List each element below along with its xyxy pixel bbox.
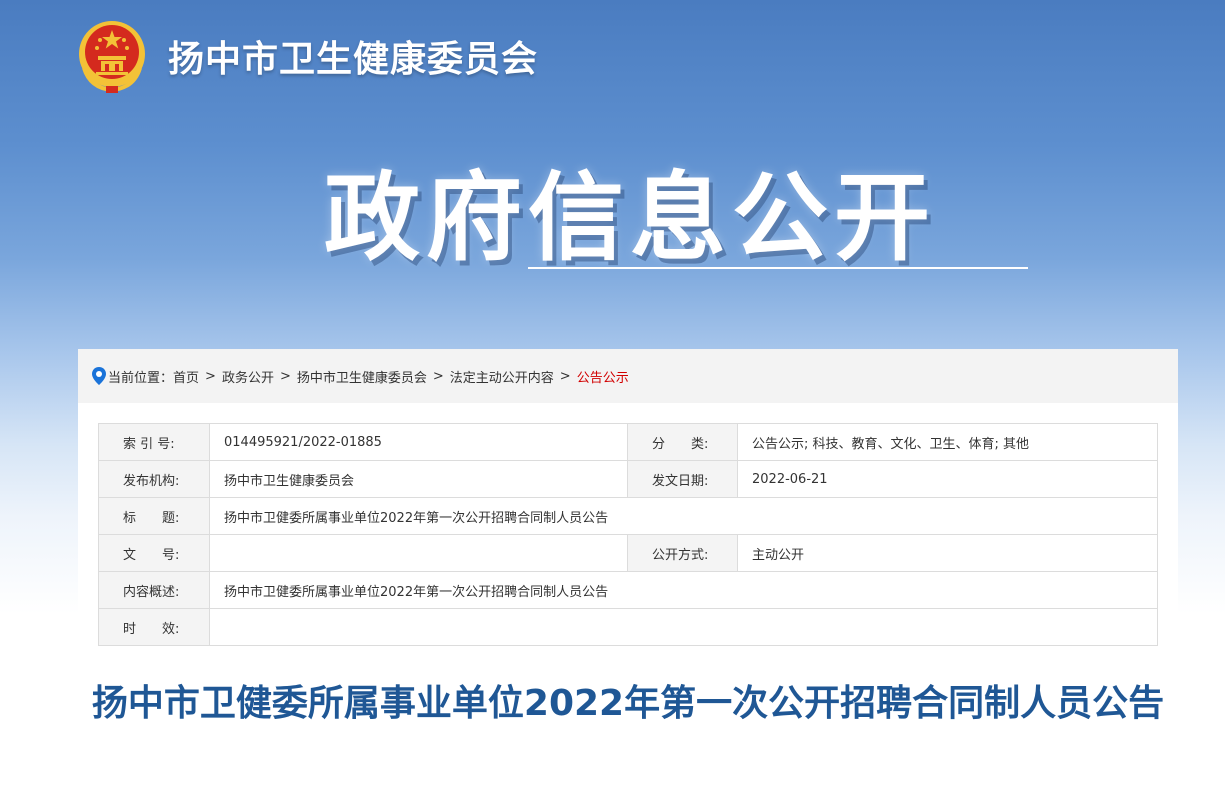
article-title: 扬中市卫健委所属事业单位2022年第一次公开招聘合同制人员公告 (91, 683, 1165, 724)
docno-label: 文 号: (98, 534, 210, 572)
table-row: 标 题: 扬中市卫健委所属事业单位2022年第一次公开招聘合同制人员公告 (98, 497, 1158, 535)
date-label: 发文日期: (627, 460, 738, 498)
validity-label: 时 效: (98, 608, 210, 646)
table-row: 索 引 号: 014495921/2022-01885 分 类: 公告公示; 科… (98, 423, 1158, 461)
breadcrumb-prefix: 当前位置： (108, 370, 174, 386)
breadcrumb-separator: > (559, 368, 571, 384)
content-panel: 当前位置： 首页 > 政务公开 > 扬中市卫生健康委员会 > 法定主动公开内容 … (78, 349, 1178, 808)
metadata-table: 索 引 号: 014495921/2022-01885 分 类: 公告公示; 科… (98, 423, 1158, 646)
banner-divider (528, 267, 1028, 269)
breadcrumb-current[interactable]: 公告公示 (577, 367, 629, 386)
publisher-label: 发布机构: (98, 460, 210, 498)
breadcrumb-gov-affairs[interactable]: 政务公开 (222, 367, 274, 386)
table-row: 时 效: (98, 608, 1158, 646)
banner-title: 政府信息公开 (324, 162, 936, 274)
index-label: 索 引 号: (98, 423, 210, 461)
site-header: 扬中市卫生健康委员会 (0, 0, 1225, 110)
mode-value: 主动公开 (737, 534, 1158, 572)
mode-label: 公开方式: (627, 534, 738, 572)
table-row: 文 号: 公开方式: 主动公开 (98, 534, 1158, 572)
breadcrumb-separator: > (205, 368, 216, 384)
docno-value (209, 534, 628, 572)
index-value: 014495921/2022-01885 (209, 423, 628, 461)
site-title[interactable]: 扬中市卫生健康委员会 (168, 30, 538, 82)
publisher-value: 扬中市卫生健康委员会 (209, 460, 628, 498)
category-label: 分 类: (627, 423, 738, 461)
breadcrumb-commission[interactable]: 扬中市卫生健康委员会 (297, 367, 427, 386)
breadcrumb-separator: > (432, 368, 444, 384)
breadcrumb-separator: > (279, 368, 291, 384)
national-emblem-icon (79, 21, 145, 93)
title-value: 扬中市卫健委所属事业单位2022年第一次公开招聘合同制人员公告 (209, 497, 1158, 535)
location-pin-icon (92, 367, 106, 385)
validity-value (209, 608, 1158, 646)
category-value: 公告公示; 科技、教育、文化、卫生、体育; 其他 (737, 423, 1158, 461)
breadcrumb: 当前位置： 首页 > 政务公开 > 扬中市卫生健康委员会 > 法定主动公开内容 … (78, 349, 1178, 403)
title-label: 标 题: (98, 497, 210, 535)
summary-value: 扬中市卫健委所属事业单位2022年第一次公开招聘合同制人员公告 (209, 571, 1158, 609)
date-value: 2022-06-21 (737, 460, 1158, 498)
breadcrumb-home[interactable]: 首页 (173, 367, 199, 386)
breadcrumb-statutory[interactable]: 法定主动公开内容 (450, 367, 554, 386)
summary-label: 内容概述: (98, 571, 210, 609)
table-row: 发布机构: 扬中市卫生健康委员会 发文日期: 2022-06-21 (98, 460, 1158, 498)
table-row: 内容概述: 扬中市卫健委所属事业单位2022年第一次公开招聘合同制人员公告 (98, 571, 1158, 609)
